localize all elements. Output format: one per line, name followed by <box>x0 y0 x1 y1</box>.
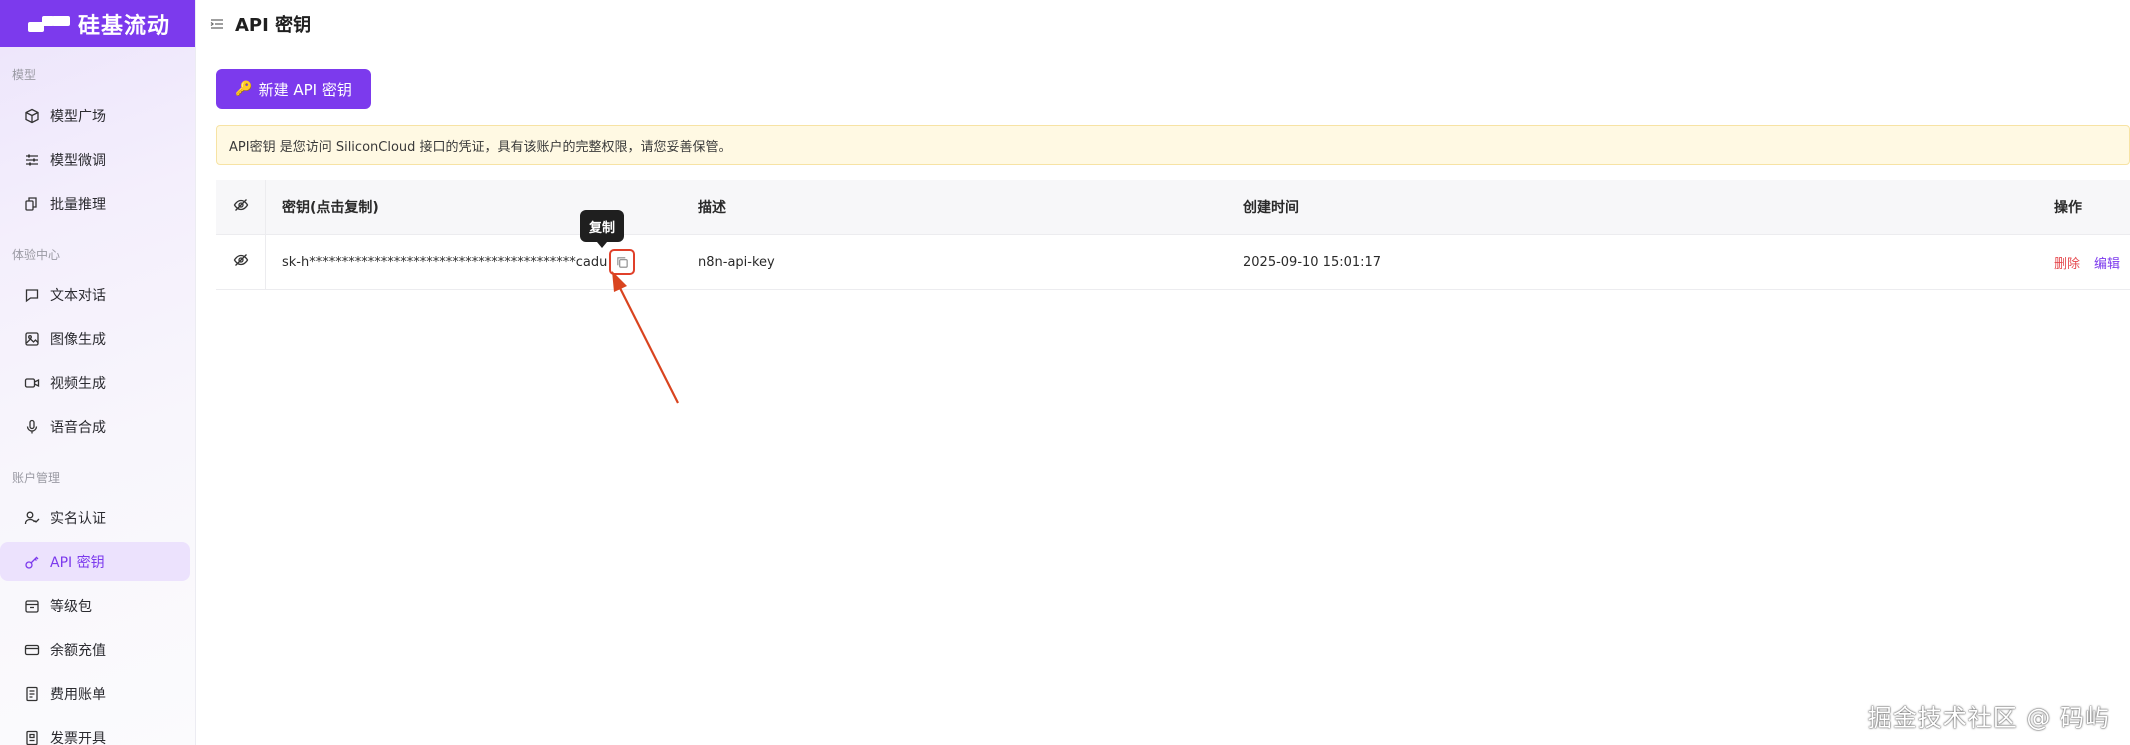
edit-link[interactable]: 编辑 <box>2094 253 2120 272</box>
sidebar-item-level-pack[interactable]: 等级包 <box>0 586 190 625</box>
sidebar-item-label: 视频生成 <box>50 375 106 392</box>
bill-icon <box>24 686 40 702</box>
delete-link[interactable]: 删除 <box>2054 253 2080 272</box>
column-header-desc: 描述 <box>698 200 726 216</box>
chat-icon <box>24 287 40 303</box>
copy-tooltip: 复制 <box>580 210 624 248</box>
new-api-key-button[interactable]: 🔑 新建 API 密钥 <box>216 69 371 109</box>
notice-banner: API密钥 是您访问 SiliconCloud 接口的凭证，具有该账户的完整权限… <box>216 125 2130 165</box>
sidebar-item-batch[interactable]: 批量推理 <box>0 184 190 223</box>
notice-text: API密钥 是您访问 SiliconCloud 接口的凭证，具有该账户的完整权限… <box>229 139 732 155</box>
sidebar-item-label: 发票开具 <box>50 730 106 745</box>
row-visibility-toggle[interactable] <box>216 235 266 289</box>
sidebar-item-label: API 密钥 <box>50 554 105 571</box>
eye-off-icon <box>233 197 249 217</box>
sidebar-item-label: 模型微调 <box>50 152 106 169</box>
annotation-arrow <box>612 271 679 404</box>
masked-api-key[interactable]: sk-h************************************… <box>282 255 607 270</box>
logo-icon <box>28 14 70 34</box>
user-check-icon <box>24 510 40 526</box>
copy-icon <box>617 256 628 268</box>
sidebar-item-invoice[interactable]: 发票开具 <box>0 718 190 745</box>
sidebar-item-api-keys[interactable]: API 密钥 <box>0 542 190 581</box>
key-icon: 🔑 <box>235 81 253 97</box>
header-visibility-toggle[interactable] <box>216 180 266 234</box>
table-row: sk-h************************************… <box>216 235 2130 290</box>
created-time-cell: 2025-09-10 15:01:17 <box>1243 254 1382 270</box>
mic-icon <box>24 419 40 435</box>
key-icon <box>24 554 40 570</box>
description-cell: n8n-api-key <box>698 254 775 270</box>
sidebar-item-image-gen[interactable]: 图像生成 <box>0 319 190 358</box>
invoice-icon <box>24 730 40 745</box>
actions-cell: 删除 编辑 <box>2042 253 2130 272</box>
sidebar-item-label: 图像生成 <box>50 331 106 348</box>
sidebar-item-model-square[interactable]: 模型广场 <box>0 96 190 135</box>
batch-icon <box>24 196 40 212</box>
watermark: 掘金技术社区 @ 码屿 <box>1867 704 2110 732</box>
sidebar-item-label: 费用账单 <box>50 686 106 703</box>
sidebar-section-title: 体验中心 <box>12 248 61 262</box>
sidebar-item-label: 语音合成 <box>50 419 106 436</box>
brand-name: 硅基流动 <box>78 13 171 39</box>
cube-icon <box>24 108 40 124</box>
package-icon <box>24 598 40 614</box>
api-keys-table: 密钥(点击复制) 描述 创建时间 操作 sk-h****************… <box>216 180 2130 290</box>
sidebar-section-title: 账户管理 <box>12 471 61 485</box>
logo[interactable]: 硅基流动 <box>0 0 195 47</box>
sidebar-item-billing[interactable]: 费用账单 <box>0 674 190 713</box>
card-icon <box>24 642 40 658</box>
page-header: API 密钥 <box>196 0 2130 47</box>
eye-off-icon <box>233 252 249 272</box>
column-header-actions: 操作 <box>2054 200 2082 216</box>
sidebar-item-verify[interactable]: 实名认证 <box>0 498 190 537</box>
sidebar-item-tts[interactable]: 语音合成 <box>0 407 190 446</box>
sidebar-item-label: 等级包 <box>50 598 92 615</box>
sidebar-item-label: 批量推理 <box>50 196 106 213</box>
sidebar-item-recharge[interactable]: 余额充值 <box>0 630 190 669</box>
menu-collapse-icon[interactable] <box>210 17 224 31</box>
sidebar-item-label: 余额充值 <box>50 642 106 659</box>
sidebar-item-video-gen[interactable]: 视频生成 <box>0 363 190 402</box>
sidebar-item-label: 实名认证 <box>50 510 106 527</box>
sidebar-item-label: 模型广场 <box>50 108 106 125</box>
image-icon <box>24 331 40 347</box>
column-header-created: 创建时间 <box>1243 200 1299 216</box>
page-title: API 密钥 <box>235 14 312 36</box>
sidebar-item-label: 文本对话 <box>50 287 106 304</box>
sidebar-item-text-chat[interactable]: 文本对话 <box>0 275 190 314</box>
sidebar-item-finetune[interactable]: 模型微调 <box>0 140 190 179</box>
new-api-key-label: 新建 API 密钥 <box>258 80 352 99</box>
sidebar-section-title: 模型 <box>12 68 37 82</box>
sidebar: 硅基流动 模型 模型广场 模型微调 批量推理 体验中心 文本对话 图像生成 视频… <box>0 0 196 745</box>
video-icon <box>24 375 40 391</box>
sliders-icon <box>24 152 40 168</box>
table-header: 密钥(点击复制) 描述 创建时间 操作 <box>216 180 2130 235</box>
